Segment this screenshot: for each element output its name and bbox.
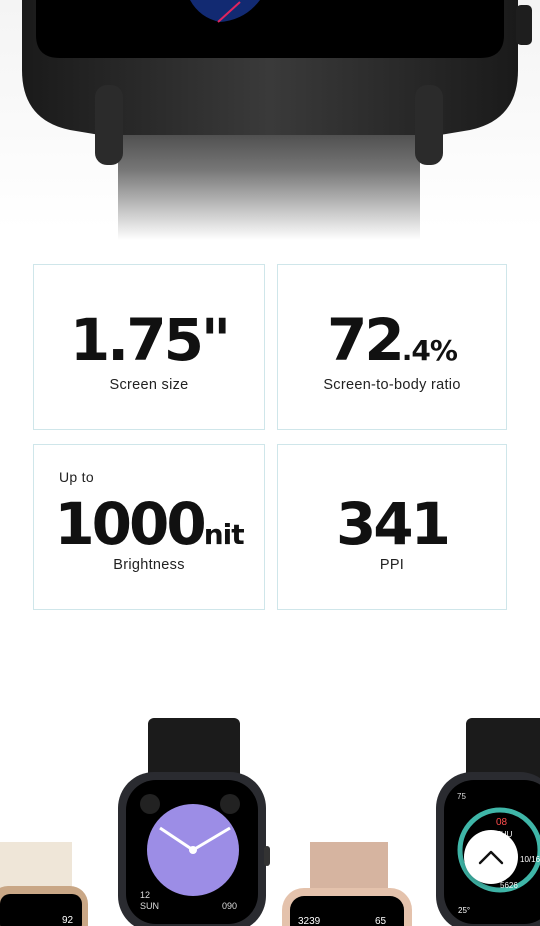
- spec-card-screen-size: 1.75" Screen size: [33, 264, 265, 430]
- spec-value: 1.75": [69, 306, 231, 374]
- spec-label: Screen-to-body ratio: [323, 377, 461, 393]
- spec-label: Screen size: [109, 377, 189, 393]
- spec-label: PPI: [379, 557, 405, 573]
- spec-card-brightness: Up to 1000nit Brightness: [33, 444, 265, 610]
- right-temp: 25°: [458, 906, 470, 915]
- rose-steps: 3239: [298, 916, 321, 926]
- center-day: SUN: [140, 901, 159, 911]
- spec-unit: nit: [203, 518, 245, 551]
- left-hr-text: 92: [62, 915, 74, 926]
- watch-lineup-illustration: 92 12 SUN 090 3239 65 75 08 THU 10/16 56…: [0, 718, 540, 926]
- chevron-up-icon: [478, 850, 504, 865]
- spec-value: 341: [335, 490, 451, 558]
- spec-value: 1000nit: [54, 490, 245, 558]
- spec-card-screen-ratio: 72.4% Screen-to-body ratio: [277, 264, 507, 430]
- spec-value: 72.4%: [327, 306, 458, 374]
- center-hr: 090: [222, 901, 237, 911]
- right-time: 08: [496, 817, 508, 828]
- right-date: 10/16: [520, 855, 540, 864]
- right-steps: 5626: [500, 881, 518, 890]
- rose-hr: 65: [375, 916, 387, 926]
- spec-prefix: Up to: [59, 469, 94, 485]
- spec-label: Brightness: [113, 557, 185, 573]
- watch-lineup-image: 92 12 SUN 090 3239 65 75 08 THU 10/16 56…: [0, 700, 540, 926]
- right-top: 75: [457, 792, 466, 801]
- center-date: 12: [140, 890, 150, 900]
- scroll-to-top-button[interactable]: [464, 830, 518, 884]
- spec-unit: .4%: [401, 334, 458, 367]
- spec-card-ppi: 341 PPI: [277, 444, 507, 610]
